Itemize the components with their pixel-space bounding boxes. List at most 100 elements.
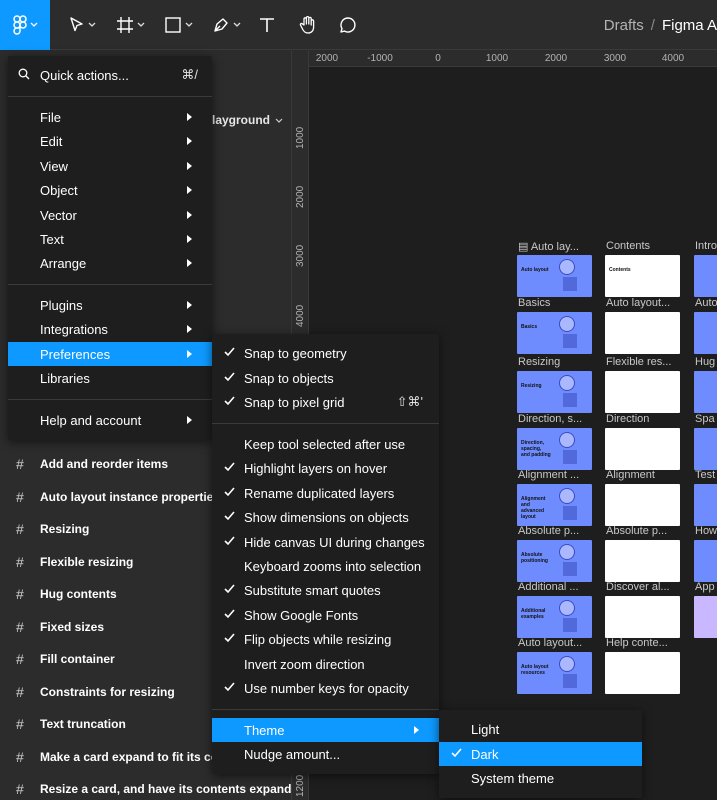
frame-thumbnail[interactable] [694, 596, 717, 638]
pref-snap-to-geometry[interactable]: Snap to geometry [212, 341, 439, 365]
pref-flip-objects[interactable]: Flip objects while resizing [212, 627, 439, 651]
pref-number-keys-opacity[interactable]: Use number keys for opacity [212, 676, 439, 700]
frame-thumbnail[interactable]: Alignment and advanced layout [517, 484, 592, 526]
chevron-right-icon [187, 416, 192, 424]
frame-thumbnail[interactable] [605, 596, 680, 638]
frame-thumbnail[interactable] [694, 484, 717, 526]
frame-thumbnail[interactable] [694, 540, 717, 582]
menu-separator [212, 709, 439, 710]
menu-item-integrations[interactable]: Integrations [8, 317, 212, 341]
ruler-label: 3000 [603, 53, 627, 64]
chevron-right-icon [414, 726, 419, 734]
menu-item-file[interactable]: File [8, 105, 212, 129]
frame-icon [116, 16, 134, 34]
pref-hide-canvas-ui[interactable]: Hide canvas UI during changes [212, 530, 439, 554]
frame-thumbnail[interactable] [605, 371, 680, 413]
pref-snap-to-objects[interactable]: Snap to objects [212, 366, 439, 390]
frame-thumbnail[interactable] [694, 255, 717, 297]
chevron-down-icon [275, 113, 283, 127]
frame-thumbnail[interactable] [605, 540, 680, 582]
chevron-down-icon [185, 22, 193, 28]
frame-label: App [695, 581, 715, 593]
frame-thumbnail[interactable]: Basics [517, 312, 592, 354]
breadcrumb-location[interactable]: Drafts [604, 17, 644, 34]
menu-item-quick-actions[interactable]: Quick actions... ⌘/ [8, 63, 212, 87]
theme-light[interactable]: Light [439, 717, 642, 741]
frame-label: Absolute p... [518, 525, 580, 537]
frame-label: Help conte... [606, 637, 668, 649]
pen-tool-button[interactable] [208, 0, 244, 50]
pref-keyboard-zooms[interactable]: Keyboard zooms into selection [212, 554, 439, 578]
menu-separator [8, 284, 212, 285]
text-tool-button[interactable] [254, 0, 280, 50]
menu-item-text[interactable]: Text [8, 227, 212, 251]
main-menu: Quick actions... ⌘/ File Edit View Objec… [8, 56, 212, 440]
frame-thumbnail[interactable]: Additional examples [517, 596, 592, 638]
pref-nudge-amount[interactable]: Nudge amount... [212, 742, 439, 766]
frame-label: Auto layout... [518, 637, 583, 649]
chevron-right-icon [187, 259, 192, 267]
hand-tool-button[interactable] [294, 0, 322, 50]
file-name[interactable]: Figma A [662, 17, 717, 34]
hand-icon [299, 15, 317, 35]
pref-show-dimensions[interactable]: Show dimensions on objects [212, 505, 439, 529]
menu-item-libraries[interactable]: Libraries [8, 366, 212, 390]
frame-thumbnail[interactable]: Direction, spacing, and padding [517, 428, 592, 470]
pref-keep-tool-selected[interactable]: Keep tool selected after use [212, 432, 439, 456]
pref-highlight-layers-on-hover[interactable]: Highlight layers on hover [212, 456, 439, 480]
frame-thumbnail[interactable]: Resizing [517, 371, 592, 413]
frame-thumbnail[interactable] [605, 428, 680, 470]
menu-item-preferences[interactable]: Preferences [8, 342, 212, 366]
section-title[interactable]: ▤ Auto lay... [518, 240, 579, 253]
checkmark-icon [223, 371, 235, 386]
menu-item-vector[interactable]: Vector [8, 203, 212, 227]
frame-thumbnail[interactable] [694, 428, 717, 470]
pref-rename-duplicated-layers[interactable]: Rename duplicated layers [212, 481, 439, 505]
menu-item-view[interactable]: View [8, 154, 212, 178]
frame-icon: # [16, 781, 24, 797]
layer-item[interactable]: # Resize a card, and have its contents ex… [16, 773, 292, 800]
menu-item-edit[interactable]: Edit [8, 129, 212, 153]
frame-thumbnail[interactable]: Auto layout resources [517, 652, 592, 694]
frame-label: Direction, s... [518, 413, 583, 425]
theme-submenu: Light Dark System theme [439, 710, 642, 798]
comment-tool-button[interactable] [334, 0, 362, 50]
frame-label: Flexible res... [606, 356, 672, 368]
theme-system[interactable]: System theme [439, 766, 642, 790]
pref-smart-quotes[interactable]: Substitute smart quotes [212, 578, 439, 602]
frame-thumbnail[interactable] [605, 652, 680, 694]
chevron-right-icon [187, 162, 192, 170]
checkmark-icon [223, 535, 235, 550]
frame-thumbnail[interactable] [694, 371, 717, 413]
menu-item-plugins[interactable]: Plugins [8, 293, 212, 317]
main-menu-button[interactable] [0, 0, 50, 50]
cursor-icon [69, 16, 85, 34]
frame-thumbnail[interactable] [605, 312, 680, 354]
frame-tool-button[interactable] [112, 0, 148, 50]
section-title[interactable]: Contents [606, 240, 650, 252]
menu-item-object[interactable]: Object [8, 178, 212, 202]
menu-item-arrange[interactable]: Arrange [8, 251, 212, 275]
pref-invert-zoom[interactable]: Invert zoom direction [212, 652, 439, 676]
preferences-submenu: Snap to geometry Snap to objects Snap to… [212, 334, 439, 774]
frame-thumbnail[interactable]: Absolute positioning [517, 540, 592, 582]
menu-item-help-and-account[interactable]: Help and account [8, 408, 212, 432]
ruler-label: 4000 [661, 53, 685, 64]
frame-thumbnail[interactable] [605, 484, 680, 526]
checkmark-icon [223, 395, 235, 410]
theme-dark[interactable]: Dark [439, 742, 642, 766]
section-title[interactable]: Intro [695, 240, 717, 252]
pref-theme[interactable]: Theme [212, 718, 439, 742]
frame-label: Discover al... [606, 581, 670, 593]
frame-label: Spa [695, 413, 715, 425]
ruler-label: 1200 [295, 774, 306, 797]
checkmark-icon [223, 346, 235, 361]
frame-thumbnail[interactable]: Contents [605, 255, 680, 297]
shape-tool-button[interactable] [160, 0, 196, 50]
page-selector[interactable]: layground [212, 113, 283, 127]
frame-thumbnail[interactable]: Auto layout [517, 255, 592, 297]
pref-google-fonts[interactable]: Show Google Fonts [212, 603, 439, 627]
frame-thumbnail[interactable] [694, 312, 717, 354]
pref-snap-to-pixel-grid[interactable]: Snap to pixel grid ⇧⌘' [212, 390, 439, 414]
move-tool-button[interactable] [64, 0, 100, 50]
